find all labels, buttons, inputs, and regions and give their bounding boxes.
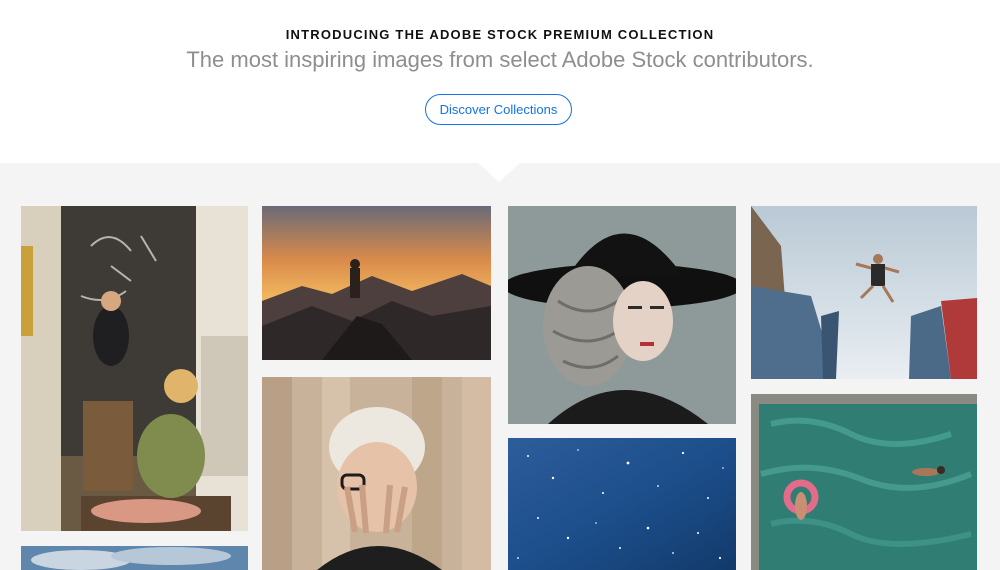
woman-black-hat-image — [508, 206, 736, 424]
photo-woman-covering-face[interactable] — [262, 377, 491, 570]
photo-mountain-sunset[interactable] — [262, 206, 491, 360]
photo-woman-black-hat[interactable] — [508, 206, 736, 424]
gallery-notch — [478, 163, 520, 182]
collection-eyebrow: INTRODUCING THE ADOBE STOCK PREMIUM COLL… — [285, 27, 715, 42]
photo-starry-sky[interactable] — [508, 438, 736, 570]
cloudy-sky-image — [21, 546, 248, 570]
photo-pool-aerial[interactable] — [751, 394, 977, 570]
photo-man-jumping[interactable] — [751, 206, 977, 379]
kitchen-chalkboard-image — [21, 206, 248, 531]
pool-aerial-image — [751, 394, 977, 570]
hero-section: INTRODUCING THE ADOBE STOCK PREMIUM COLL… — [0, 0, 1000, 163]
starry-sky-image — [508, 438, 736, 570]
collection-subtitle: The most inspiring images from select Ad… — [186, 47, 814, 72]
mountain-sunset-image — [262, 206, 491, 360]
woman-covering-face-image — [262, 377, 491, 570]
photo-kitchen-chalkboard[interactable] — [21, 206, 248, 531]
man-jumping-image — [751, 206, 977, 379]
photo-cloudy-sky[interactable] — [21, 546, 248, 570]
discover-collections-button[interactable]: Discover Collections — [425, 94, 572, 125]
